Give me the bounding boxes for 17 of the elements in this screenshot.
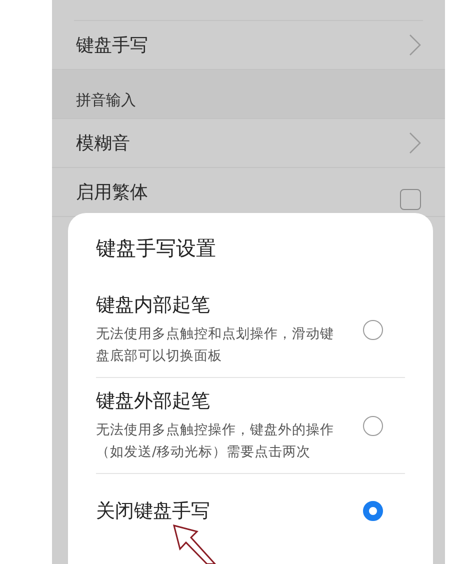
section-header: 拼音输入 (76, 91, 136, 110)
option-label: 键盘外部起笔 (96, 389, 211, 414)
dialog-title: 键盘手写设置 (96, 235, 216, 262)
arrow-drawing (172, 524, 217, 564)
chevron-icon[interactable] (409, 34, 421, 56)
option-description: 无法使用多点触控操作，键盘外的操作（如发送/移动光标）需要点击两次 (96, 421, 335, 462)
radio-button[interactable] (363, 501, 383, 522)
chevron-icon[interactable] (409, 132, 421, 154)
radio-button[interactable] (363, 416, 383, 436)
setting-label: 启用繁体 (76, 181, 148, 204)
checkbox[interactable] (400, 189, 421, 210)
option-label: 键盘内部起笔 (96, 293, 211, 318)
setting-label: 模糊音 (76, 132, 130, 155)
radio-button[interactable] (363, 320, 383, 340)
setting-label: 键盘手写 (76, 34, 148, 57)
option-label: 关闭键盘手写 (96, 499, 210, 524)
option-description: 无法使用多点触控和点划操作，滑动键盘底部可以切换面板 (96, 325, 335, 366)
